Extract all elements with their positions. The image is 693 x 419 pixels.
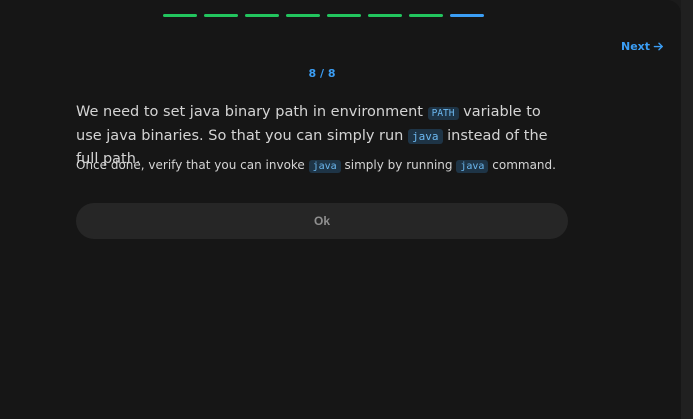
lesson-panel: Next 8 / 8 We need to set java binary pa… (0, 0, 681, 419)
step-counter: 8 / 8 (308, 67, 336, 80)
progress-segment-complete (286, 14, 320, 17)
code-java: java (308, 160, 341, 173)
code-path: PATH (427, 107, 459, 120)
next-link[interactable]: Next (621, 40, 664, 53)
code-java: java (456, 160, 489, 173)
progress-segment-complete (163, 14, 197, 17)
progress-segment-complete (327, 14, 361, 17)
arrow-right-icon (653, 42, 663, 51)
text-segment: command. (488, 158, 556, 172)
progress-segment-complete (245, 14, 279, 17)
text-segment: We need to set java binary path in envir… (76, 104, 428, 120)
text-segment: simply by running (340, 158, 457, 172)
progress-segment-complete (204, 14, 238, 17)
progress-segment-complete (409, 14, 443, 17)
progress-segment-active (450, 14, 484, 17)
progress-segment-complete (368, 14, 402, 17)
text-segment: Once done, verify that you can invoke (76, 158, 309, 172)
code-java: java (408, 129, 443, 144)
side-edge (681, 0, 693, 419)
progress-bar (163, 14, 484, 17)
next-label: Next (621, 40, 651, 53)
ok-button[interactable]: Ok (76, 203, 568, 239)
verify-text: Once done, verify that you can invoke ja… (76, 156, 568, 176)
